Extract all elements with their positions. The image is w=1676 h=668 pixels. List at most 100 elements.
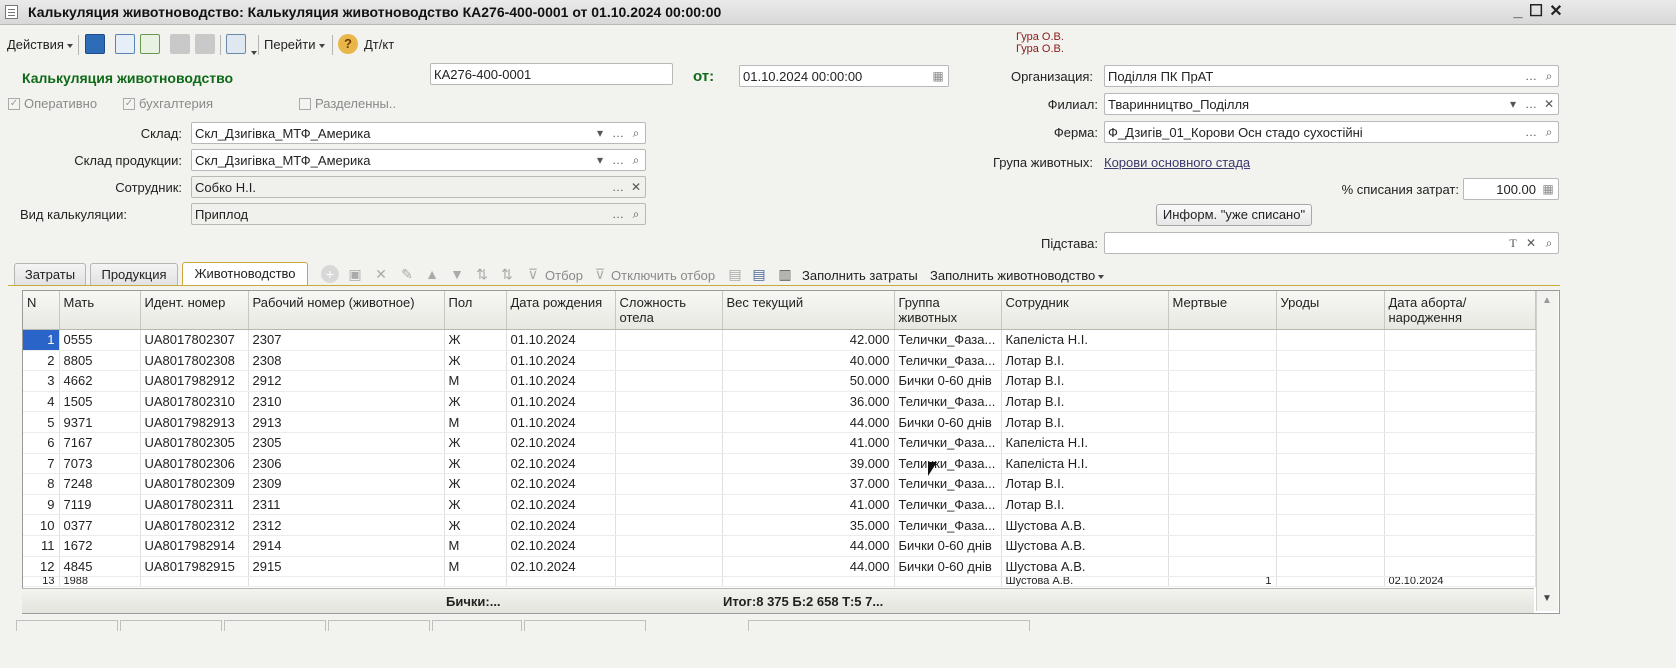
- table-row[interactable]: 1 0555 UA8017802307 2307 Ж 01.10.2024 42.000 Те…: [23, 329, 1536, 351]
- table-cell[interactable]: Телички_Фаза...: [894, 453, 1002, 475]
- column-header[interactable]: Вес текущий: [722, 291, 895, 330]
- print-table-icon[interactable]: ▥: [776, 265, 794, 283]
- table-row[interactable]: 5 9371 UA8017982913 2913 М 01.10.2024 44.000 Би…: [23, 411, 1536, 433]
- table-cell[interactable]: 02.10.2024: [506, 473, 616, 495]
- table-cell[interactable]: 02.10.2024: [1384, 576, 1536, 588]
- separated-checkbox[interactable]: [299, 98, 311, 110]
- table-cell[interactable]: 02.10.2024: [506, 535, 616, 557]
- table-cell[interactable]: 02.10.2024: [506, 453, 616, 475]
- table-cell[interactable]: Телички_Фаза...: [894, 494, 1002, 516]
- table-row[interactable]: 13 1988 Шустова А.В. 1 02.10.2024: [23, 576, 1536, 588]
- table-cell[interactable]: 1672: [59, 535, 141, 557]
- calc-type-field[interactable]: Приплод … ⌕: [191, 203, 646, 225]
- table-cell[interactable]: Ж: [444, 494, 507, 516]
- table-cell[interactable]: 2305: [248, 432, 445, 454]
- table-cell[interactable]: 01.10.2024: [506, 350, 616, 372]
- table-cell[interactable]: 10: [23, 514, 60, 536]
- table-cell[interactable]: [1276, 432, 1385, 454]
- table-cell[interactable]: 2308: [248, 350, 445, 372]
- table-cell[interactable]: UA8017802309: [140, 473, 249, 495]
- add-row-icon[interactable]: +: [321, 265, 339, 283]
- table-cell[interactable]: [1168, 391, 1277, 413]
- table-cell[interactable]: [1168, 514, 1277, 536]
- bottom-tab[interactable]: [524, 620, 646, 631]
- table-cell[interactable]: [615, 350, 723, 372]
- select-icon[interactable]: …: [609, 124, 627, 142]
- column-header[interactable]: Сложность отела: [615, 291, 723, 330]
- table-cell[interactable]: UA8017982914: [140, 535, 249, 557]
- close-icon[interactable]: ✕: [1546, 2, 1566, 22]
- help-icon[interactable]: ?: [338, 34, 358, 54]
- table-cell[interactable]: 2311: [248, 494, 445, 516]
- table-cell[interactable]: [615, 535, 723, 557]
- table-cell[interactable]: [1168, 453, 1277, 475]
- table-cell[interactable]: 7248: [59, 473, 141, 495]
- table-cell[interactable]: [615, 329, 723, 351]
- table-row[interactable]: 11 1672 UA8017982914 2914 М 02.10.2024 44.000 Б…: [23, 535, 1536, 557]
- table-cell[interactable]: Лотар В.І.: [1001, 350, 1169, 372]
- tab-products[interactable]: Продукция: [90, 263, 178, 285]
- table-cell[interactable]: 35.000: [722, 514, 895, 536]
- table-cell[interactable]: UA8017982915: [140, 556, 249, 578]
- table-cell[interactable]: 2307: [248, 329, 445, 351]
- actions-menu[interactable]: Действия: [7, 37, 73, 52]
- table-row[interactable]: 10 0377 UA8017802312 2312 Ж 02.10.2024 35.000 Т…: [23, 514, 1536, 536]
- column-header[interactable]: Группа животных: [894, 291, 1002, 330]
- table-cell[interactable]: Ж: [444, 473, 507, 495]
- move-up-icon[interactable]: ▲: [423, 265, 441, 283]
- column-header[interactable]: Дата рождения: [506, 291, 616, 330]
- farm-field[interactable]: Ф_Дзигів_01_Корови Осн стадо сухостійні …: [1104, 121, 1559, 143]
- table-cell[interactable]: 7073: [59, 453, 141, 475]
- table-cell[interactable]: 02.10.2024: [506, 432, 616, 454]
- column-header[interactable]: Мать: [59, 291, 141, 330]
- table-cell[interactable]: 0555: [59, 329, 141, 351]
- table-cell[interactable]: 2914: [248, 535, 445, 557]
- table-cell[interactable]: 41.000: [722, 494, 895, 516]
- table-cell[interactable]: Бички 0-60 днів: [894, 370, 1002, 392]
- table-cell[interactable]: [140, 576, 249, 588]
- table-cell[interactable]: 44.000: [722, 556, 895, 578]
- column-header[interactable]: Идент. номер: [140, 291, 249, 330]
- table-cell[interactable]: [1168, 494, 1277, 516]
- column-header[interactable]: Сотрудник: [1001, 291, 1169, 330]
- dropdown-icon[interactable]: ▾: [591, 124, 609, 142]
- table-cell[interactable]: Лотар В.І.: [1001, 494, 1169, 516]
- table-cell[interactable]: 5: [23, 411, 60, 433]
- table-cell[interactable]: 7119: [59, 494, 141, 516]
- table-cell[interactable]: [1276, 391, 1385, 413]
- table-cell[interactable]: Ж: [444, 350, 507, 372]
- bottom-tab[interactable]: [224, 620, 326, 631]
- table-cell[interactable]: 2912: [248, 370, 445, 392]
- table-cell[interactable]: [1168, 329, 1277, 351]
- table-cell[interactable]: М: [444, 411, 507, 433]
- table-cell[interactable]: 9371: [59, 411, 141, 433]
- table-cell[interactable]: Бички 0-60 днів: [894, 411, 1002, 433]
- minimize-icon[interactable]: _: [1508, 2, 1528, 22]
- table-cell[interactable]: 13: [23, 576, 60, 588]
- dropdown-icon[interactable]: ▾: [1504, 95, 1522, 113]
- search-icon[interactable]: ⌕: [627, 151, 645, 169]
- select-icon[interactable]: …: [609, 151, 627, 169]
- table-cell[interactable]: 36.000: [722, 391, 895, 413]
- table-cell[interactable]: [1276, 411, 1385, 433]
- table-cell[interactable]: Ж: [444, 391, 507, 413]
- table-row[interactable]: 3 4662 UA8017982912 2912 М 01.10.2024 50.000 Би…: [23, 370, 1536, 392]
- scroll-down-icon[interactable]: ▼: [1542, 593, 1552, 604]
- table-cell[interactable]: UA8017802306: [140, 453, 249, 475]
- employee-field[interactable]: Собко Н.І. … ✕: [191, 176, 646, 198]
- table-cell[interactable]: 3: [23, 370, 60, 392]
- table-cell[interactable]: [506, 576, 616, 588]
- table-cell[interactable]: UA8017982913: [140, 411, 249, 433]
- table-cell[interactable]: [248, 576, 445, 588]
- table-settings-icon[interactable]: ▤: [726, 265, 744, 283]
- table-cell[interactable]: 01.10.2024: [506, 370, 616, 392]
- accounting-checkbox[interactable]: ✓: [123, 98, 135, 110]
- table-cell[interactable]: [444, 576, 507, 588]
- copy-doc-icon[interactable]: [140, 34, 160, 54]
- table-cell[interactable]: 37.000: [722, 473, 895, 495]
- select-icon[interactable]: …: [1522, 95, 1540, 113]
- table-cell[interactable]: [1384, 514, 1536, 536]
- tab-costs[interactable]: Затраты: [14, 263, 86, 285]
- select-icon[interactable]: …: [1522, 123, 1540, 141]
- table-cell[interactable]: Лотар В.І.: [1001, 391, 1169, 413]
